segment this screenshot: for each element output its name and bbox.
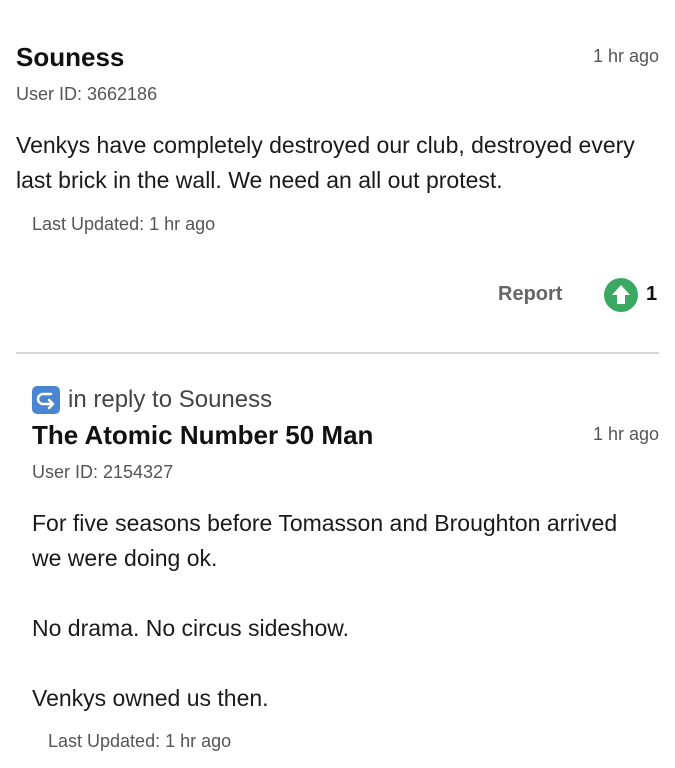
comment-time: 1 hr ago [592,46,659,66]
reply-arrow-icon [32,386,60,414]
vote-count: 1 [646,283,658,305]
comment-time: 1 hr ago [592,424,659,444]
comment-paragraph: Venkys owned us then. [32,685,269,711]
upvote-button[interactable] [604,278,638,312]
user-id: User ID: 3662186 [16,84,158,104]
reply-indicator[interactable]: in reply to Souness [32,386,272,414]
comment-body: For five seasons before Tomasson and Bro… [32,506,652,716]
report-button[interactable]: Report [498,283,562,306]
user-id: User ID: 2154327 [32,462,174,482]
comment-author[interactable]: The Atomic Number 50 Man [32,420,373,451]
reply-to-label: in reply to Souness [68,386,273,413]
reply-comment-card: in reply to Souness The Atomic Number 50… [16,354,659,768]
comment-body: Venkys have completely destroyed our clu… [16,128,659,198]
last-updated: Last Updated: 1 hr ago [48,731,232,751]
comment-paragraph: No drama. No circus sideshow. [32,615,350,641]
last-updated: Last Updated: 1 hr ago [32,214,216,234]
arrow-up-icon [612,285,630,304]
comment-card: Souness 1 hr ago User ID: 3662186 Venkys… [16,0,659,354]
comment-author[interactable]: Souness [16,42,124,73]
comment-paragraph: Venkys have completely destroyed our clu… [16,132,635,193]
comment-paragraph: For five seasons before Tomasson and Bro… [32,510,618,571]
